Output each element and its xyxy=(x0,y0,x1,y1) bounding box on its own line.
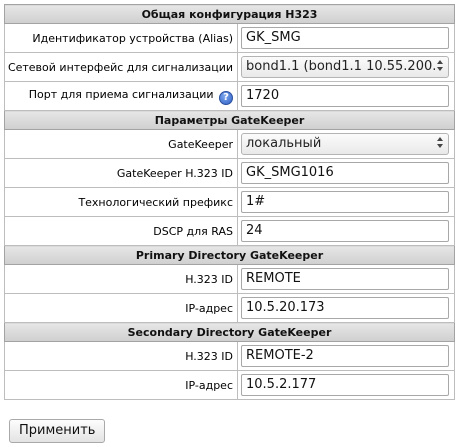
signaling-port-label: Порт для приема сигнализации xyxy=(28,87,214,101)
signaling-interface-label: Сетевой интерфейс для сигнализации xyxy=(4,52,238,82)
tech-prefix-input[interactable]: 1# xyxy=(241,191,449,213)
row-secondary-ip: IP-адрес 10.5.2.177 xyxy=(4,370,456,400)
primary-ip-label: IP-адрес xyxy=(4,293,238,323)
h323-config-form: Общая конфигурация H323 Идентификатор ус… xyxy=(3,4,456,400)
gatekeeper-id-label: GateKeeper H.323 ID xyxy=(4,158,238,188)
secondary-ip-label: IP-адрес xyxy=(4,370,238,400)
secondary-h323-id-label: H.323 ID xyxy=(4,341,238,371)
signaling-interface-select[interactable]: bond1.1 (bond1.1 10.55.200. xyxy=(241,56,449,78)
section-title: Параметры GateKeeper xyxy=(3,110,456,130)
apply-area: Применить xyxy=(9,419,106,443)
select-arrows-icon xyxy=(437,60,444,74)
tech-prefix-label: Технологический префикс xyxy=(4,187,238,217)
dscp-ras-label: DSCP для RAS xyxy=(4,216,238,246)
primary-ip-input[interactable]: 10.5.20.173 xyxy=(241,297,449,319)
row-primary-h323-id: H.323 ID REMOTE xyxy=(4,264,456,294)
row-alias: Идентификатор устройства (Alias) GK_SMG xyxy=(4,23,456,53)
alias-label: Идентификатор устройства (Alias) xyxy=(4,23,238,53)
gatekeeper-value: локальный xyxy=(246,136,322,151)
section-header-primary: Primary Directory GateKeeper xyxy=(3,245,456,265)
signaling-interface-value: bond1.1 (bond1.1 10.55.200. xyxy=(246,59,437,74)
secondary-ip-input[interactable]: 10.5.2.177 xyxy=(241,374,449,396)
section-header-gatekeeper: Параметры GateKeeper xyxy=(3,110,456,130)
select-arrows-icon xyxy=(437,137,444,151)
signaling-port-label-cell: Порт для приема сигнализации ? xyxy=(4,81,238,111)
row-signaling-interface: Сетевой интерфейс для сигнализации bond1… xyxy=(4,52,456,82)
alias-input[interactable]: GK_SMG xyxy=(241,27,449,49)
gatekeeper-select[interactable]: локальный xyxy=(241,133,449,155)
primary-h323-id-label: H.323 ID xyxy=(4,264,238,294)
dscp-ras-input[interactable]: 24 xyxy=(241,220,449,242)
h323-config-table: Общая конфигурация H323 Идентификатор ус… xyxy=(3,4,456,400)
row-dscp-ras: DSCP для RAS 24 xyxy=(4,216,456,246)
gatekeeper-id-input[interactable]: GK_SMG1016 xyxy=(241,162,449,184)
section-header-secondary: Secondary Directory GateKeeper xyxy=(3,322,456,342)
row-gatekeeper-id: GateKeeper H.323 ID GK_SMG1016 xyxy=(4,158,456,188)
row-gatekeeper-mode: GateKeeper локальный xyxy=(4,129,456,159)
row-signaling-port: Порт для приема сигнализации ? 1720 xyxy=(4,81,456,111)
signaling-port-input[interactable]: 1720 xyxy=(241,85,449,107)
row-tech-prefix: Технологический префикс 1# xyxy=(4,187,456,217)
primary-h323-id-input[interactable]: REMOTE xyxy=(241,268,449,290)
section-header-general: Общая конфигурация H323 xyxy=(3,4,456,24)
section-title: Secondary Directory GateKeeper xyxy=(3,322,456,342)
gatekeeper-label: GateKeeper xyxy=(4,129,238,159)
section-title: Primary Directory GateKeeper xyxy=(3,245,456,265)
secondary-h323-id-input[interactable]: REMOTE-2 xyxy=(241,345,449,367)
apply-button[interactable]: Применить xyxy=(9,419,106,443)
row-secondary-h323-id: H.323 ID REMOTE-2 xyxy=(4,341,456,371)
row-primary-ip: IP-адрес 10.5.20.173 xyxy=(4,293,456,323)
question-icon[interactable]: ? xyxy=(219,90,233,105)
section-title: Общая конфигурация H323 xyxy=(3,4,456,24)
